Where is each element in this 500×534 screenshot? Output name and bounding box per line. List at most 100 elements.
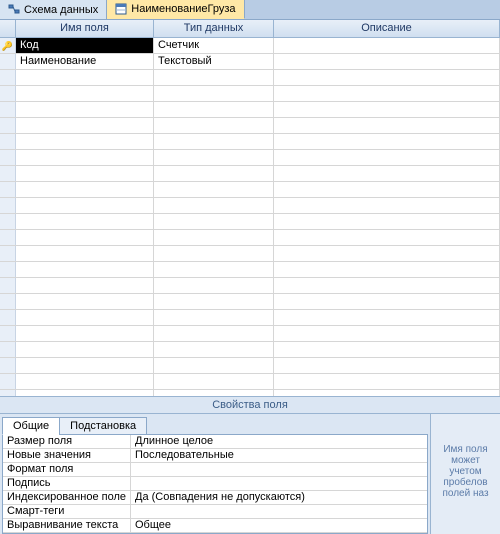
field-type-cell[interactable]	[154, 182, 274, 197]
field-name-cell[interactable]	[16, 102, 154, 117]
field-desc-cell[interactable]	[274, 198, 500, 213]
field-name-cell[interactable]	[16, 390, 154, 396]
field-type-cell[interactable]	[154, 70, 274, 85]
row-selector[interactable]	[0, 390, 16, 396]
row-selector[interactable]	[0, 86, 16, 101]
property-value[interactable]: Общее	[131, 519, 427, 532]
field-desc-cell[interactable]	[274, 326, 500, 341]
row-selector[interactable]	[0, 326, 16, 341]
empty-row[interactable]	[0, 230, 500, 246]
field-desc-cell[interactable]	[274, 214, 500, 229]
field-desc-cell[interactable]	[274, 374, 500, 389]
document-tab[interactable]: НаименованиеГруза	[107, 0, 244, 19]
row-selector[interactable]	[0, 278, 16, 293]
field-type-cell[interactable]	[154, 198, 274, 213]
field-row[interactable]: НаименованиеТекстовый	[0, 54, 500, 70]
field-type-cell[interactable]	[154, 86, 274, 101]
field-desc-cell[interactable]	[274, 310, 500, 325]
empty-row[interactable]	[0, 134, 500, 150]
field-desc-cell[interactable]	[274, 390, 500, 396]
field-type-cell[interactable]	[154, 310, 274, 325]
field-type-cell[interactable]	[154, 166, 274, 181]
field-desc-cell[interactable]	[274, 230, 500, 245]
row-selector[interactable]	[0, 70, 16, 85]
field-desc-cell[interactable]	[274, 54, 500, 69]
row-selector[interactable]	[0, 342, 16, 357]
field-name-cell[interactable]	[16, 198, 154, 213]
field-type-cell[interactable]	[154, 294, 274, 309]
field-desc-cell[interactable]	[274, 166, 500, 181]
field-name-cell[interactable]	[16, 358, 154, 373]
empty-row[interactable]	[0, 182, 500, 198]
row-selector[interactable]	[0, 118, 16, 133]
field-type-cell[interactable]	[154, 230, 274, 245]
empty-row[interactable]	[0, 294, 500, 310]
field-desc-cell[interactable]	[274, 262, 500, 277]
field-row[interactable]: КодСчетчик	[0, 38, 500, 54]
empty-row[interactable]	[0, 86, 500, 102]
field-name-cell[interactable]	[16, 214, 154, 229]
field-type-cell[interactable]	[154, 278, 274, 293]
property-tab[interactable]: Подстановка	[59, 417, 147, 435]
row-selector[interactable]	[0, 150, 16, 165]
field-desc-cell[interactable]	[274, 102, 500, 117]
empty-row[interactable]	[0, 310, 500, 326]
field-desc-cell[interactable]	[274, 134, 500, 149]
row-selector[interactable]	[0, 374, 16, 389]
field-type-cell[interactable]	[154, 214, 274, 229]
field-type-cell[interactable]	[154, 134, 274, 149]
field-name-cell[interactable]	[16, 342, 154, 357]
field-type-cell[interactable]	[154, 150, 274, 165]
row-selector[interactable]	[0, 54, 16, 69]
empty-row[interactable]	[0, 342, 500, 358]
property-value[interactable]	[131, 463, 427, 476]
field-type-cell[interactable]	[154, 102, 274, 117]
empty-row[interactable]	[0, 150, 500, 166]
header-description[interactable]: Описание	[274, 20, 500, 37]
empty-row[interactable]	[0, 166, 500, 182]
row-selector[interactable]	[0, 294, 16, 309]
property-tab[interactable]: Общие	[2, 417, 60, 435]
row-selector[interactable]	[0, 230, 16, 245]
row-selector[interactable]	[0, 182, 16, 197]
field-name-cell[interactable]	[16, 326, 154, 341]
field-type-cell[interactable]	[154, 358, 274, 373]
empty-row[interactable]	[0, 278, 500, 294]
field-type-cell[interactable]	[154, 326, 274, 341]
document-tab[interactable]: Схема данных	[0, 0, 107, 19]
field-desc-cell[interactable]	[274, 38, 500, 53]
field-desc-cell[interactable]	[274, 70, 500, 85]
row-selector[interactable]	[0, 166, 16, 181]
field-name-cell[interactable]	[16, 246, 154, 261]
header-data-type[interactable]: Тип данных	[154, 20, 274, 37]
field-name-cell[interactable]	[16, 230, 154, 245]
field-name-cell[interactable]	[16, 118, 154, 133]
field-desc-cell[interactable]	[274, 342, 500, 357]
property-value[interactable]	[131, 477, 427, 490]
field-desc-cell[interactable]	[274, 358, 500, 373]
row-selector[interactable]	[0, 246, 16, 261]
field-type-cell[interactable]	[154, 246, 274, 261]
field-name-cell[interactable]	[16, 294, 154, 309]
empty-row[interactable]	[0, 102, 500, 118]
field-name-cell[interactable]	[16, 70, 154, 85]
field-type-cell[interactable]: Текстовый	[154, 54, 274, 69]
field-desc-cell[interactable]	[274, 246, 500, 261]
header-field-name[interactable]: Имя поля	[16, 20, 154, 37]
field-name-cell[interactable]: Наименование	[16, 54, 154, 69]
empty-row[interactable]	[0, 214, 500, 230]
empty-row[interactable]	[0, 118, 500, 134]
field-desc-cell[interactable]	[274, 150, 500, 165]
row-selector[interactable]	[0, 102, 16, 117]
field-name-cell[interactable]	[16, 86, 154, 101]
field-name-cell[interactable]: Код	[16, 38, 154, 53]
field-name-cell[interactable]	[16, 374, 154, 389]
empty-row[interactable]	[0, 262, 500, 278]
field-type-cell[interactable]	[154, 374, 274, 389]
field-name-cell[interactable]	[16, 182, 154, 197]
empty-row[interactable]	[0, 246, 500, 262]
field-desc-cell[interactable]	[274, 294, 500, 309]
field-type-cell[interactable]	[154, 262, 274, 277]
property-value[interactable]: Последовательные	[131, 449, 427, 462]
field-name-cell[interactable]	[16, 278, 154, 293]
